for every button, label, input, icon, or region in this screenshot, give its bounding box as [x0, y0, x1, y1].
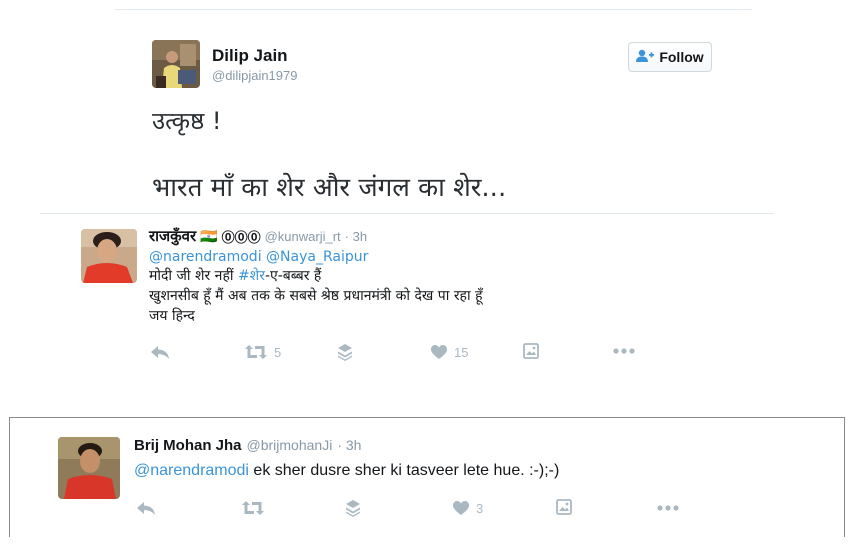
stack-icon — [338, 344, 352, 361]
hashtag-link[interactable]: #शेर — [238, 268, 265, 284]
mention-link[interactable]: @narendramodi — [149, 249, 262, 265]
avatar[interactable] — [81, 229, 137, 283]
media-icon — [523, 343, 539, 359]
reply-icon — [151, 346, 169, 359]
avatar[interactable] — [152, 40, 200, 88]
author-handle[interactable]: @kunwarji_rt — [265, 229, 341, 244]
stack-button[interactable] — [345, 499, 361, 517]
frame-right — [844, 417, 845, 537]
author-handle[interactable]: @brijmohanJi — [247, 437, 333, 454]
media-button[interactable] — [556, 499, 572, 515]
text: मोदी जी शेर नहीं — [149, 268, 238, 284]
more-button[interactable] — [657, 505, 679, 511]
more-button[interactable] — [613, 348, 635, 354]
like-button[interactable]: 15 — [430, 344, 468, 360]
tweet-text-line1: उत्कृष्ठ ! — [152, 107, 222, 135]
heart-icon — [430, 345, 448, 359]
like-count: 15 — [454, 344, 469, 360]
flag-icon: 🇮🇳 — [200, 227, 218, 244]
reply-text-line2: खुशनसीब हूँ मैं अब तक के सबसे श्रेष्ठ प्… — [149, 288, 483, 304]
tweet-text-line2: भारत माँ का शेर और जंगल का शेर... — [152, 173, 507, 203]
text: ek sher dusre sher ki tasveer lete hue. … — [248, 462, 560, 479]
author-name[interactable]: Brij Mohan Jha — [134, 437, 242, 454]
symbols: ⓪⓪⓪ — [221, 230, 261, 246]
reply-button[interactable] — [150, 344, 170, 360]
author-handle[interactable]: @dilipjain1979 — [212, 68, 297, 83]
follow-label: Follow — [659, 49, 704, 65]
divider — [40, 213, 774, 214]
timestamp[interactable]: · 3h — [337, 437, 361, 454]
timestamp[interactable]: · 3h — [345, 229, 367, 244]
more-icon — [613, 348, 635, 354]
media-button[interactable] — [523, 343, 539, 359]
author-name[interactable]: Dilip Jain — [212, 46, 288, 66]
reply-header: Brij Mohan Jha @brijmohanJi · 3h — [134, 437, 361, 454]
retweet-button[interactable] — [241, 500, 265, 516]
mention-link[interactable]: @Naya_Raipur — [266, 249, 368, 265]
reply-icon — [137, 502, 155, 515]
reply-header: राजकुँवर 🇮🇳 ⓪⓪⓪ @kunwarji_rt · 3h — [149, 226, 367, 246]
reply-text: @narendramodi ek sher dusre sher ki tasv… — [134, 462, 559, 480]
like-button[interactable]: 3 — [452, 500, 483, 516]
mention-link[interactable]: @narendramodi — [134, 462, 249, 479]
stack-button[interactable] — [337, 343, 353, 361]
top-divider — [115, 9, 751, 10]
avatar[interactable] — [58, 437, 120, 499]
retweet-icon — [245, 345, 267, 359]
retweet-button[interactable]: 5 — [244, 344, 281, 360]
more-icon — [657, 505, 679, 511]
stack-icon — [346, 500, 360, 517]
frame-left — [9, 417, 10, 537]
author-name[interactable]: राजकुँवर — [149, 226, 196, 246]
frame-top — [9, 417, 845, 418]
media-icon — [556, 499, 572, 515]
retweet-icon — [242, 501, 264, 515]
reply-text-line1: मोदी जी शेर नहीं #शेर-ए-बब्बर हैं — [149, 267, 321, 286]
follow-button[interactable]: Follow — [628, 42, 712, 72]
add-user-icon — [636, 49, 655, 66]
reply-text-line3: जय हिन्द — [149, 308, 195, 324]
heart-icon — [452, 501, 470, 515]
retweet-count: 5 — [274, 344, 282, 360]
reply-mentions: @narendramodi @Naya_Raipur — [149, 248, 368, 267]
text: -ए-बब्बर हैं — [264, 268, 322, 284]
reply-button[interactable] — [136, 500, 156, 516]
like-count: 3 — [476, 500, 484, 516]
